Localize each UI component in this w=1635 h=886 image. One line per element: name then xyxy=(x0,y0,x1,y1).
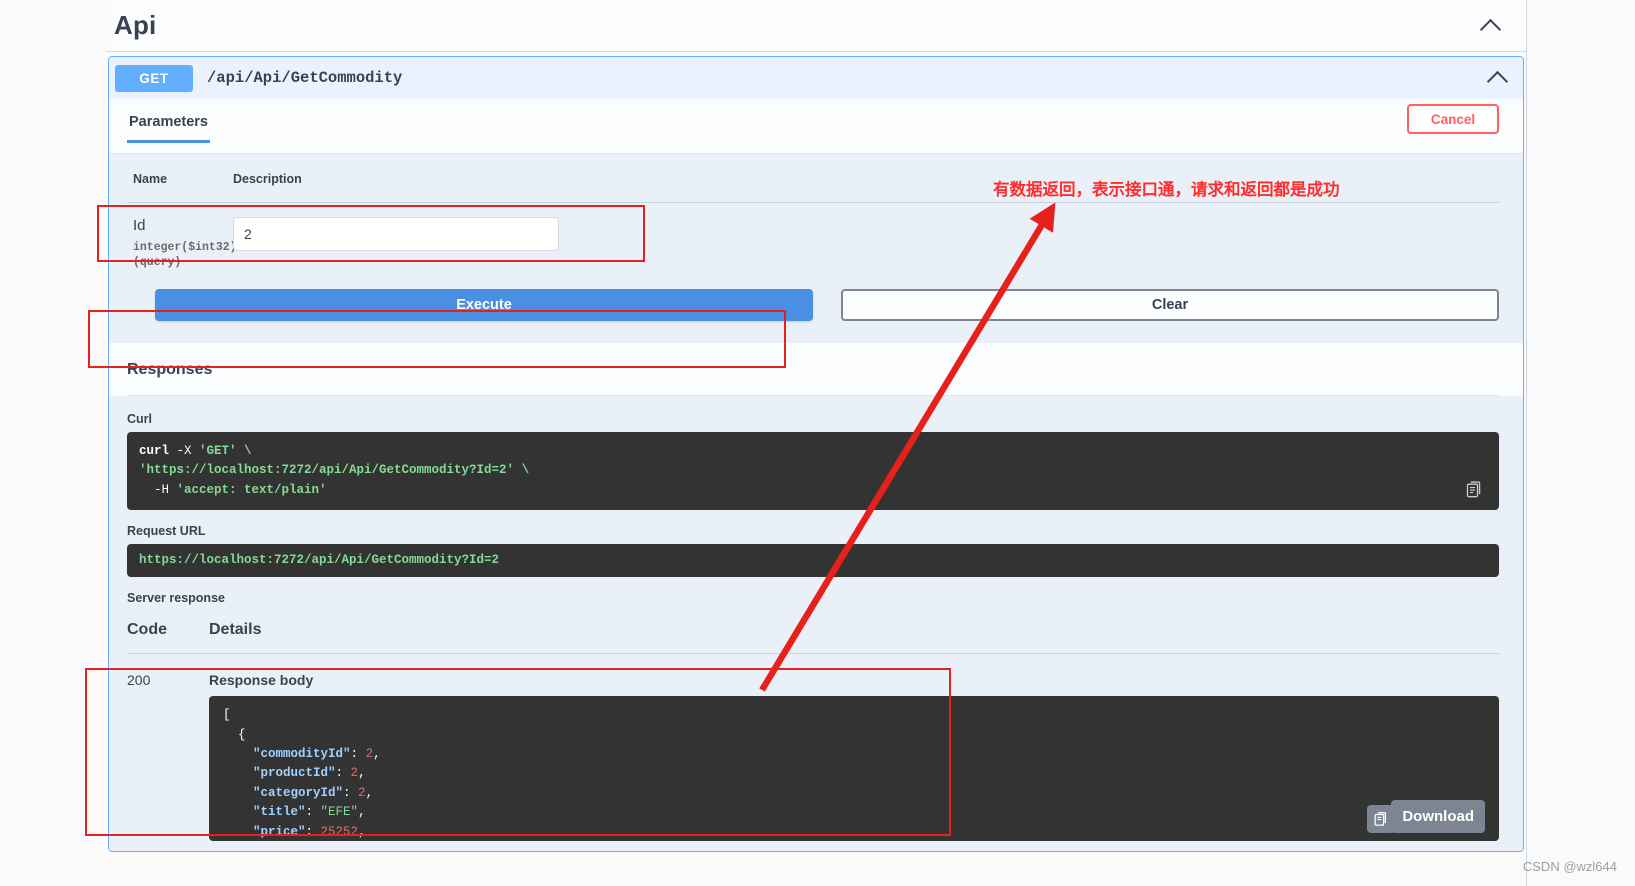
page-right-divider xyxy=(1526,0,1527,886)
json-key: "categoryId" xyxy=(253,785,344,800)
execute-clear-row: Execute Clear xyxy=(109,274,1523,343)
json-key: "title" xyxy=(253,805,306,820)
json-separator: : xyxy=(305,824,321,839)
col-header-name: Name xyxy=(133,172,168,186)
json-punct: , xyxy=(358,805,366,820)
response-body-block[interactable]: [ { "commodityId": 2, "productId": 2, "c… xyxy=(209,696,1499,842)
parameter-name-cell: Id integer($int32) (query) xyxy=(133,217,237,269)
json-number-value: 25252 xyxy=(320,824,359,839)
json-separator: : xyxy=(305,805,321,820)
cancel-button[interactable]: Cancel xyxy=(1407,104,1499,134)
json-punct: , xyxy=(358,766,366,781)
response-details-cell: Response body [ { "commodityId": 2, "pro… xyxy=(209,672,1499,842)
operation-tabs-row: Parameters Cancel xyxy=(109,99,1523,154)
request-url-block[interactable]: https://localhost:7272/api/Api/GetCommod… xyxy=(127,543,1499,578)
request-url-value: https://localhost:7272/api/Api/GetCommod… xyxy=(139,552,500,567)
response-row: 200 Response body [ { "commodityId": 2, … xyxy=(127,654,1499,842)
json-punct: { xyxy=(238,727,246,742)
curl-code-block[interactable]: curl -X 'GET' \ 'https://localhost:7272/… xyxy=(127,431,1499,510)
json-punct: [ xyxy=(223,708,231,723)
curl-line2-continuation: \ xyxy=(514,463,530,478)
live-response-zone: Curl curl -X 'GET' \ 'https://localhost:… xyxy=(109,395,1523,852)
server-response-label: Server response xyxy=(127,591,225,606)
parameter-type: integer($int32) xyxy=(133,240,237,254)
json-separator: : xyxy=(343,785,359,800)
parameter-row-id: Id integer($int32) (query) xyxy=(127,203,1499,269)
response-body-label: Response body xyxy=(209,672,314,689)
execute-button[interactable]: Execute xyxy=(155,288,813,321)
parameters-table-header: Name Description xyxy=(127,172,1499,203)
tab-parameters[interactable]: Parameters xyxy=(127,111,210,143)
curl-header-value: 'accept: text/plain' xyxy=(176,482,327,497)
operation-body: Parameters Cancel Name Description Id in… xyxy=(109,99,1523,852)
watermark-text: CSDN @wzl644 xyxy=(1522,859,1617,874)
json-number-value: 2 xyxy=(350,766,359,781)
response-body-json: [ { "commodityId": 2, "productId": 2, "c… xyxy=(223,708,381,841)
responses-heading: Responses xyxy=(127,361,1499,396)
parameter-id-input[interactable] xyxy=(233,217,559,251)
parameter-location: (query) xyxy=(133,255,182,269)
download-button[interactable]: Download xyxy=(1391,800,1485,834)
response-table-header: Code Details xyxy=(127,605,1499,655)
curl-method-value: 'GET' xyxy=(199,443,237,458)
curl-label: Curl xyxy=(127,411,152,426)
json-key: "price" xyxy=(253,824,306,839)
parameter-input-cell xyxy=(233,217,559,269)
api-tag-section: Api GET /api/Api/GetCommodity Parameters… xyxy=(106,0,1526,853)
curl-url: 'https://localhost:7272/api/Api/GetCommo… xyxy=(139,463,515,478)
operation-block: GET /api/Api/GetCommodity Parameters Can… xyxy=(108,56,1524,853)
curl-method-flag: -X xyxy=(169,443,200,458)
response-status-code: 200 xyxy=(127,672,151,689)
page-title: Api xyxy=(114,10,157,40)
json-punct: , xyxy=(365,785,374,800)
col-header-code: Code xyxy=(127,621,167,639)
chevron-up-icon[interactable] xyxy=(1487,67,1509,89)
copy-to-clipboard-icon[interactable] xyxy=(1465,480,1485,500)
json-key: "productId" xyxy=(253,766,336,781)
chevron-up-icon[interactable] xyxy=(1480,15,1502,37)
curl-line1-continuation: \ xyxy=(236,443,252,458)
col-header-description: Description xyxy=(233,172,302,186)
col-header-details: Details xyxy=(209,621,262,639)
json-separator: : xyxy=(350,747,366,761)
json-punct: , xyxy=(358,824,366,839)
json-number-value: 2 xyxy=(365,747,374,761)
json-number-value: 2 xyxy=(358,785,366,800)
copy-glyph-icon xyxy=(1373,811,1386,826)
tag-header[interactable]: Api xyxy=(106,0,1526,52)
responses-section: Responses xyxy=(109,342,1523,396)
json-punct: , xyxy=(373,747,381,761)
curl-command: curl xyxy=(139,443,170,458)
parameters-zone: Name Description Id integer($int32) (que… xyxy=(109,154,1523,275)
json-key: "commodityId" xyxy=(253,747,351,761)
request-url-label: Request URL xyxy=(127,523,206,538)
json-string-value: "EFE" xyxy=(320,805,359,820)
swagger-ui-page: Api GET /api/Api/GetCommodity Parameters… xyxy=(0,0,1635,886)
operation-summary[interactable]: GET /api/Api/GetCommodity xyxy=(109,57,1523,99)
operation-path: /api/Api/GetCommodity xyxy=(207,69,403,87)
http-method-badge[interactable]: GET xyxy=(115,64,193,92)
clear-button[interactable]: Clear xyxy=(841,288,1499,321)
parameter-name: Id xyxy=(133,217,146,234)
json-separator: : xyxy=(335,766,351,781)
curl-header-flag: -H xyxy=(139,482,177,497)
